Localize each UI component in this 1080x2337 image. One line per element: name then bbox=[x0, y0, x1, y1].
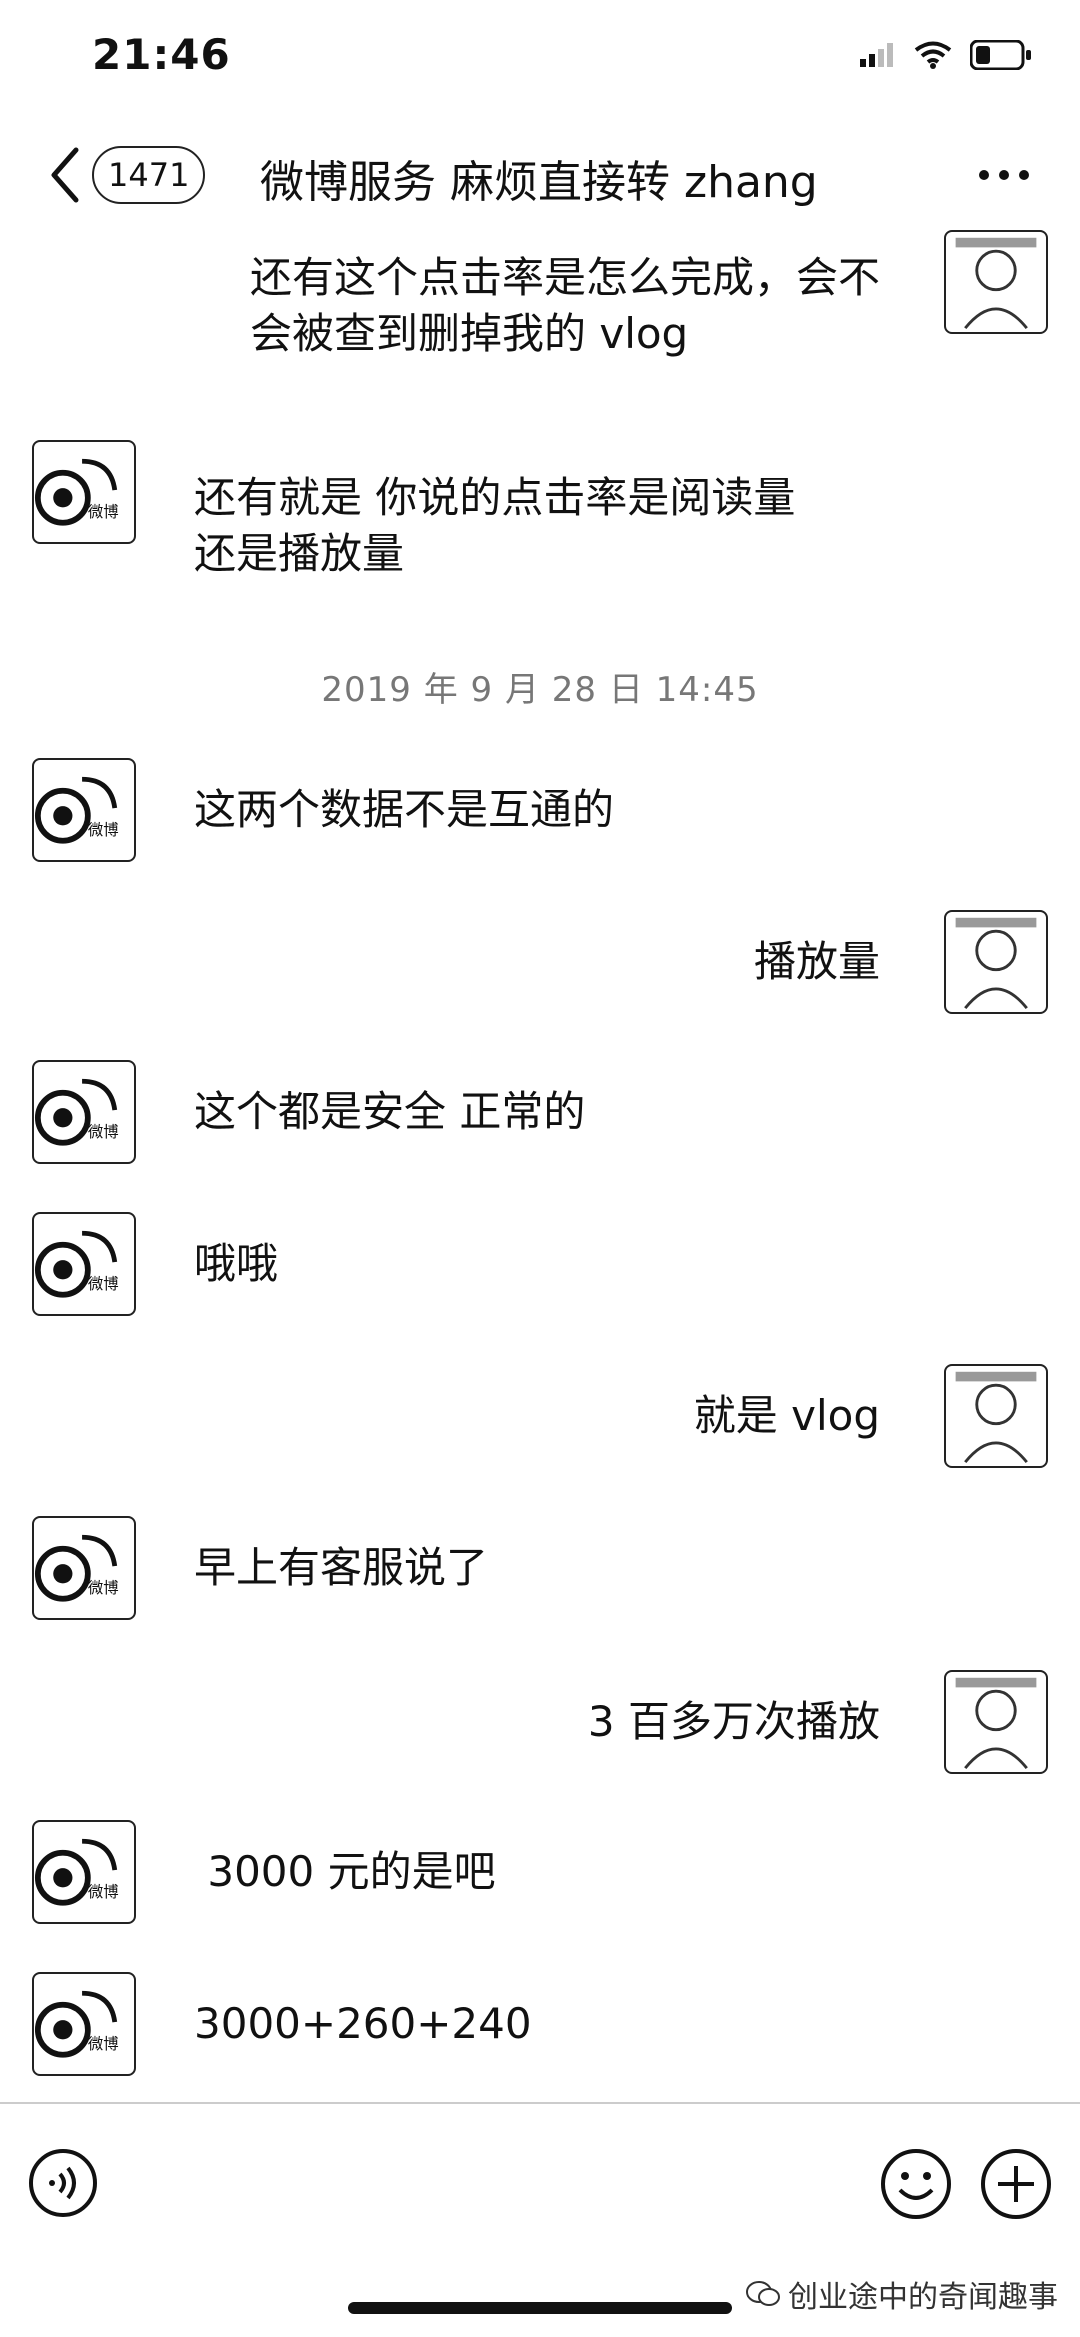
weibo-service-avatar[interactable]: 微博 bbox=[32, 1060, 136, 1164]
svg-text:微博: 微博 bbox=[88, 821, 119, 839]
weibo-service-avatar[interactable]: 微博 bbox=[32, 440, 136, 544]
voice-icon[interactable] bbox=[28, 2148, 98, 2218]
emoji-icon[interactable] bbox=[880, 2148, 952, 2220]
message-text: 还有这个点击率是怎么完成，会不 会被查到删掉我的 vlog bbox=[249, 253, 880, 358]
more-icon[interactable] bbox=[976, 160, 1032, 190]
signal-icon bbox=[860, 43, 893, 67]
user-avatar[interactable] bbox=[944, 1364, 1048, 1468]
svg-text:微博: 微博 bbox=[88, 1579, 119, 1597]
nav-bar: 1471 微博服务 麻烦直接转 zhang bbox=[0, 120, 1080, 230]
svg-text:微博: 微博 bbox=[88, 503, 119, 521]
weibo-service-avatar[interactable]: 微博 bbox=[32, 1212, 136, 1316]
message-timestamp: 2019 年 9 月 28 日 14:45 bbox=[321, 670, 759, 710]
wifi-icon bbox=[914, 41, 952, 69]
chevron-left-icon[interactable] bbox=[42, 142, 88, 208]
chat-title: 微博服务 麻烦直接转 zhang bbox=[260, 157, 818, 208]
message-text: 3000 元的是吧 bbox=[194, 1847, 496, 1896]
status-time: 21:46 bbox=[92, 30, 231, 79]
svg-text:微博: 微博 bbox=[88, 1123, 119, 1141]
message-text: 哦哦 bbox=[194, 1239, 279, 1288]
svg-text:微博: 微博 bbox=[88, 1275, 119, 1293]
svg-text:微博: 微博 bbox=[88, 1883, 119, 1901]
message-text: 就是 vlog bbox=[693, 1391, 880, 1440]
message-text: 3 百多万次播放 bbox=[587, 1697, 880, 1746]
status-icons bbox=[860, 40, 1032, 70]
message-text: 3000+260+240 bbox=[194, 1999, 532, 2048]
unread-count-badge[interactable]: 1471 bbox=[92, 146, 206, 204]
status-bar: 21:46 bbox=[0, 0, 1080, 120]
input-bar bbox=[0, 2102, 1080, 2234]
home-indicator bbox=[348, 2302, 732, 2314]
watermark-text: 创业途中的奇闻趣事 bbox=[788, 2280, 1058, 2315]
message-text: 早上有客服说了 bbox=[194, 1543, 489, 1592]
message-text: 还有就是 你说的点击率是阅读量 还是播放量 bbox=[194, 473, 796, 578]
message-text: 这个都是安全 正常的 bbox=[194, 1087, 586, 1136]
message-text: 这两个数据不是互通的 bbox=[194, 785, 615, 834]
plus-icon[interactable] bbox=[980, 2148, 1052, 2220]
user-avatar[interactable] bbox=[944, 1670, 1048, 1774]
battery-icon bbox=[970, 40, 1031, 70]
message-text: 播放量 bbox=[753, 937, 880, 986]
weibo-service-avatar[interactable]: 微博 bbox=[32, 758, 136, 862]
watermark: 创业途中的奇闻趣事 bbox=[746, 2272, 1058, 2316]
weibo-service-avatar[interactable]: 微博 bbox=[32, 1972, 136, 2076]
weibo-service-avatar[interactable]: 微博 bbox=[32, 1516, 136, 1620]
svg-text:微博: 微博 bbox=[88, 2035, 119, 2053]
wechat-icon bbox=[746, 2281, 780, 2306]
weibo-service-avatar[interactable]: 微博 bbox=[32, 1820, 136, 1924]
user-avatar[interactable] bbox=[944, 230, 1048, 334]
user-avatar[interactable] bbox=[944, 910, 1048, 1014]
